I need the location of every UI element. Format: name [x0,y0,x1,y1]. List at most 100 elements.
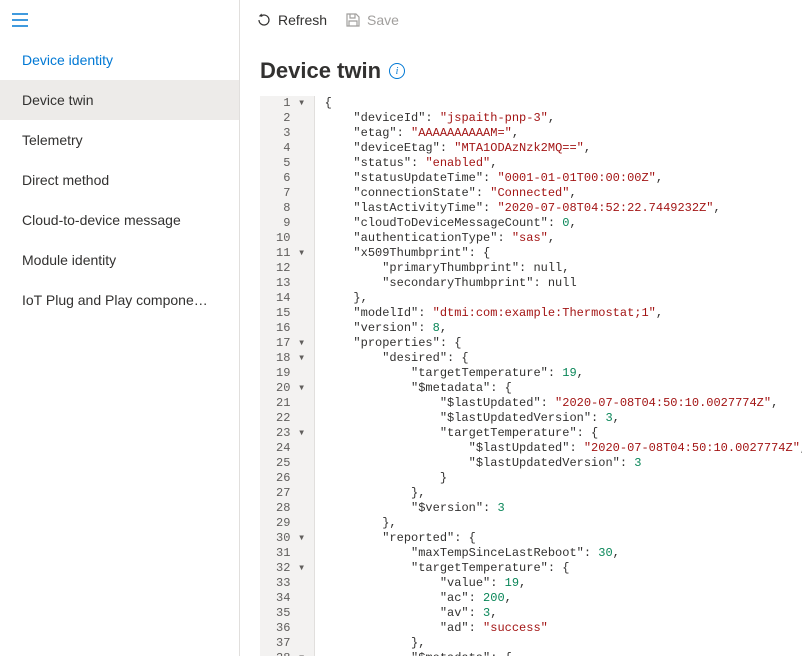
line-number: 1 ▾ [276,96,306,111]
line-number: 35 [276,606,306,621]
code-line[interactable]: "primaryThumbprint": null, [325,261,792,276]
line-number: 19 [276,366,306,381]
line-number: 10 [276,231,306,246]
code-line[interactable]: "maxTempSinceLastReboot": 30, [325,546,792,561]
line-number: 38 ▾ [276,651,306,656]
code-line[interactable]: "$metadata": { [325,651,792,656]
line-number: 33 [276,576,306,591]
line-number: 28 [276,501,306,516]
title-row: Device twin i [240,40,802,96]
line-number: 14 [276,291,306,306]
line-number: 34 [276,591,306,606]
editor-gutter: 1 ▾2 3 4 5 6 7 8 9 10 11 ▾12 13 14 15 16… [260,96,315,656]
line-number: 37 [276,636,306,651]
main-panel: Refresh Save Device twin i 1 ▾2 3 4 5 6 … [240,0,802,656]
code-line[interactable]: "authenticationType": "sas", [325,231,792,246]
code-line[interactable]: "ad": "success" [325,621,792,636]
save-button: Save [345,12,399,28]
sidebar: Device identity Device twin Telemetry Di… [0,0,240,656]
code-line[interactable]: "$lastUpdatedVersion": 3, [325,411,792,426]
line-number: 30 ▾ [276,531,306,546]
code-line[interactable]: "value": 19, [325,576,792,591]
code-line[interactable]: "$version": 3 [325,501,792,516]
line-number: 2 [276,111,306,126]
line-number: 5 [276,156,306,171]
line-number: 24 [276,441,306,456]
line-number: 18 ▾ [276,351,306,366]
line-number: 25 [276,456,306,471]
code-line[interactable]: "ac": 200, [325,591,792,606]
sidebar-item-module-identity[interactable]: Module identity [0,240,239,280]
code-line[interactable]: "$lastUpdated": "2020-07-08T04:50:10.002… [325,441,792,456]
sidebar-item-device-twin[interactable]: Device twin [0,80,239,120]
json-editor[interactable]: 1 ▾2 3 4 5 6 7 8 9 10 11 ▾12 13 14 15 16… [260,96,802,656]
code-line[interactable]: "reported": { [325,531,792,546]
code-line[interactable]: "lastActivityTime": "2020-07-08T04:52:22… [325,201,792,216]
code-line[interactable]: "targetTemperature": { [325,561,792,576]
hamburger-button[interactable] [0,0,239,40]
code-line[interactable]: "version": 8, [325,321,792,336]
sidebar-item-iot-pnp[interactable]: IoT Plug and Play compone… [0,280,239,320]
page-title: Device twin [260,58,381,84]
code-line[interactable]: }, [325,636,792,651]
info-icon[interactable]: i [389,63,405,79]
code-line[interactable]: "deviceId": "jspaith-pnp-3", [325,111,792,126]
save-label: Save [367,12,399,28]
refresh-icon [256,12,272,28]
code-line[interactable]: }, [325,291,792,306]
code-line[interactable]: "$lastUpdated": "2020-07-08T04:50:10.002… [325,396,792,411]
code-line[interactable]: "connectionState": "Connected", [325,186,792,201]
line-number: 3 [276,126,306,141]
line-number: 26 [276,471,306,486]
toolbar: Refresh Save [240,0,802,40]
line-number: 9 [276,216,306,231]
line-number: 8 [276,201,306,216]
line-number: 27 [276,486,306,501]
code-line[interactable]: }, [325,516,792,531]
code-line[interactable]: "$lastUpdatedVersion": 3 [325,456,792,471]
save-icon [345,12,361,28]
line-number: 15 [276,306,306,321]
line-number: 22 [276,411,306,426]
code-line[interactable]: "desired": { [325,351,792,366]
code-line[interactable]: "statusUpdateTime": "0001-01-01T00:00:00… [325,171,792,186]
line-number: 6 [276,171,306,186]
line-number: 23 ▾ [276,426,306,441]
sidebar-item-cloud-to-device[interactable]: Cloud-to-device message [0,200,239,240]
code-line[interactable]: "$metadata": { [325,381,792,396]
code-line[interactable]: "targetTemperature": 19, [325,366,792,381]
line-number: 4 [276,141,306,156]
hamburger-icon [12,13,28,27]
code-line[interactable]: "av": 3, [325,606,792,621]
line-number: 16 [276,321,306,336]
code-line[interactable]: "x509Thumbprint": { [325,246,792,261]
code-line[interactable]: "etag": "AAAAAAAAAAM=", [325,126,792,141]
code-line[interactable]: "properties": { [325,336,792,351]
code-line[interactable]: }, [325,486,792,501]
line-number: 21 [276,396,306,411]
line-number: 12 [276,261,306,276]
code-line[interactable]: "modelId": "dtmi:com:example:Thermostat;… [325,306,792,321]
code-line[interactable]: "status": "enabled", [325,156,792,171]
code-line[interactable]: } [325,471,792,486]
line-number: 32 ▾ [276,561,306,576]
code-line[interactable]: "secondaryThumbprint": null [325,276,792,291]
line-number: 20 ▾ [276,381,306,396]
code-line[interactable]: { [325,96,792,111]
code-line[interactable]: "deviceEtag": "MTA1ODAzNzk2MQ==", [325,141,792,156]
sidebar-item-telemetry[interactable]: Telemetry [0,120,239,160]
line-number: 17 ▾ [276,336,306,351]
line-number: 13 [276,276,306,291]
editor-code[interactable]: { "deviceId": "jspaith-pnp-3", "etag": "… [315,96,802,656]
line-number: 11 ▾ [276,246,306,261]
code-line[interactable]: "cloudToDeviceMessageCount": 0, [325,216,792,231]
line-number: 7 [276,186,306,201]
line-number: 31 [276,546,306,561]
refresh-label: Refresh [278,12,327,28]
code-line[interactable]: "targetTemperature": { [325,426,792,441]
sidebar-item-direct-method[interactable]: Direct method [0,160,239,200]
sidebar-item-device-identity[interactable]: Device identity [0,40,239,80]
refresh-button[interactable]: Refresh [256,12,327,28]
line-number: 29 [276,516,306,531]
line-number: 36 [276,621,306,636]
